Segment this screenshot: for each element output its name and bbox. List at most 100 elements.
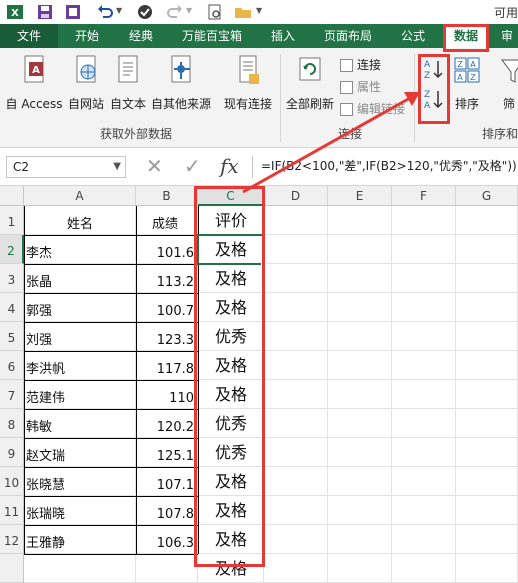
tab-toolbox[interactable]: 万能百宝箱 [170,24,254,48]
tab-home[interactable]: 开始 [62,24,112,48]
select-all-corner[interactable] [0,186,24,206]
edit-links-icon [340,103,353,116]
table-border [24,496,198,497]
row-header[interactable]: 4 [0,293,24,322]
row-header[interactable]: 2 [0,235,24,264]
access-icon: A [24,55,44,83]
tab-file[interactable]: 文件 [0,24,58,48]
row-header[interactable]: 1 [0,206,24,235]
qat-customize-icon[interactable]: ▼ [256,6,262,15]
from-access-button[interactable]: A 自 Access [4,54,64,112]
from-text-button[interactable]: 自文本 [108,54,148,112]
cell-name[interactable]: 王雅静 [26,525,134,554]
column-header-f[interactable]: F [392,186,456,206]
name-box-dropdown-icon[interactable]: ▼ [113,157,121,177]
undo-icon[interactable] [96,3,114,21]
cell-score[interactable]: 107.8 [136,496,194,525]
sort-button[interactable]: ZAAZ 排序 [450,54,484,112]
column-header-e[interactable]: E [328,186,392,206]
cell-score[interactable]: 117.8 [136,351,194,380]
cell-score[interactable]: 成绩 [136,206,194,235]
cell-name[interactable]: 张晶 [26,264,134,293]
table-border [24,235,198,236]
from-other-sources-button[interactable]: 自其他来源 [148,54,214,112]
row-header[interactable]: 5 [0,322,24,351]
check-compatibility-icon[interactable] [136,3,154,21]
insert-function-icon[interactable]: fx [220,154,239,178]
cell-score[interactable]: 120.2 [136,409,194,438]
row-header[interactable]: 8 [0,409,24,438]
cell-name[interactable]: 李洪帆 [26,351,134,380]
connections-group-label: 连接 [338,127,363,141]
row-header[interactable]: 3 [0,264,24,293]
filter-button[interactable]: 筛 [500,54,518,112]
row-header[interactable]: 7 [0,380,24,409]
cell-score[interactable] [136,554,194,583]
row-header[interactable]: 12 [0,525,24,554]
cell-score[interactable]: 100.7 [136,293,194,322]
row-header[interactable]: 10 [0,467,24,496]
cell-name[interactable]: 张瑞晓 [26,496,134,525]
cell-name[interactable] [26,554,134,583]
gridline [327,206,328,583]
tab-page-layout[interactable]: 页面布局 [312,24,384,48]
refresh-all-button[interactable]: 全部刷新 [284,54,336,112]
get-external-data-group-label: 获取外部数据 [100,127,173,141]
column-header-b[interactable]: B [136,186,198,206]
cell-name[interactable]: 刘强 [26,322,134,351]
print-preview-icon[interactable] [206,3,224,21]
cell-name[interactable]: 赵文瑞 [26,438,134,467]
refresh-icon [299,57,321,81]
row-header[interactable]: 9 [0,438,24,467]
formula-input[interactable]: =IF(B2<100,"差",IF(B2>120,"优秀","及格")) [252,156,518,178]
cell-name[interactable]: 范建伟 [26,380,134,409]
cell-score[interactable]: 125.1 [136,438,194,467]
available-label: 可用 [493,6,518,20]
table-border [24,554,198,555]
name-box[interactable]: C2 ▼ [6,156,126,178]
table-border [24,264,198,265]
from-web-button[interactable]: 自网站 [64,54,108,112]
column-header-d[interactable]: D [264,186,328,206]
cell-score[interactable]: 123.3 [136,322,194,351]
cell-score[interactable]: 113.2 [136,264,194,293]
tab-formulas[interactable]: 公式 [388,24,438,48]
redo-dropdown-icon[interactable]: ▼ [186,6,192,15]
svg-text:A: A [470,60,476,69]
enter-icon[interactable]: ✓ [184,154,201,178]
properties-icon [340,81,353,94]
cell-score[interactable]: 106.3 [136,525,194,554]
redo-icon[interactable] [166,3,184,21]
custom-qat-icon[interactable] [64,3,82,21]
existing-connections-icon [239,55,259,84]
row-header[interactable]: 11 [0,496,24,525]
column-header-g[interactable]: G [456,186,518,206]
cell-name[interactable]: 韩敏 [26,409,134,438]
cell-name[interactable]: 李杰 [26,235,134,264]
folder-icon[interactable] [234,3,252,21]
edit-links-button[interactable]: 编辑链接 [340,100,405,118]
cell-score[interactable]: 101.6 [136,235,194,264]
connections-button[interactable]: 连接 [340,56,381,74]
cell-name[interactable]: 张晓慧 [26,467,134,496]
gridline [391,206,392,583]
existing-connections-button[interactable]: 现有连接 [220,54,276,112]
cell-score[interactable]: 110 [136,380,194,409]
column-header-a[interactable]: A [24,186,136,206]
annotation-box-column-c [194,186,265,567]
tab-review[interactable]: 审 [496,24,518,48]
cell-name[interactable]: 郭强 [26,293,134,322]
cell-score[interactable]: 107.1 [136,467,194,496]
cancel-icon[interactable]: ✕ [146,154,163,178]
table-border [24,293,198,294]
properties-button[interactable]: 属性 [340,78,381,96]
cell-name[interactable]: 姓名 [26,206,134,235]
ribbon-tabs: 文件 开始 经典 万能百宝箱 插入 页面布局 公式 数据 审 [0,24,518,48]
tab-classic[interactable]: 经典 [116,24,166,48]
undo-dropdown-icon[interactable]: ▼ [116,6,122,15]
row-header[interactable]: 6 [0,351,24,380]
tab-insert[interactable]: 插入 [258,24,308,48]
row-header[interactable] [0,554,24,583]
save-icon[interactable] [36,3,54,21]
ribbon-separator [280,54,281,142]
